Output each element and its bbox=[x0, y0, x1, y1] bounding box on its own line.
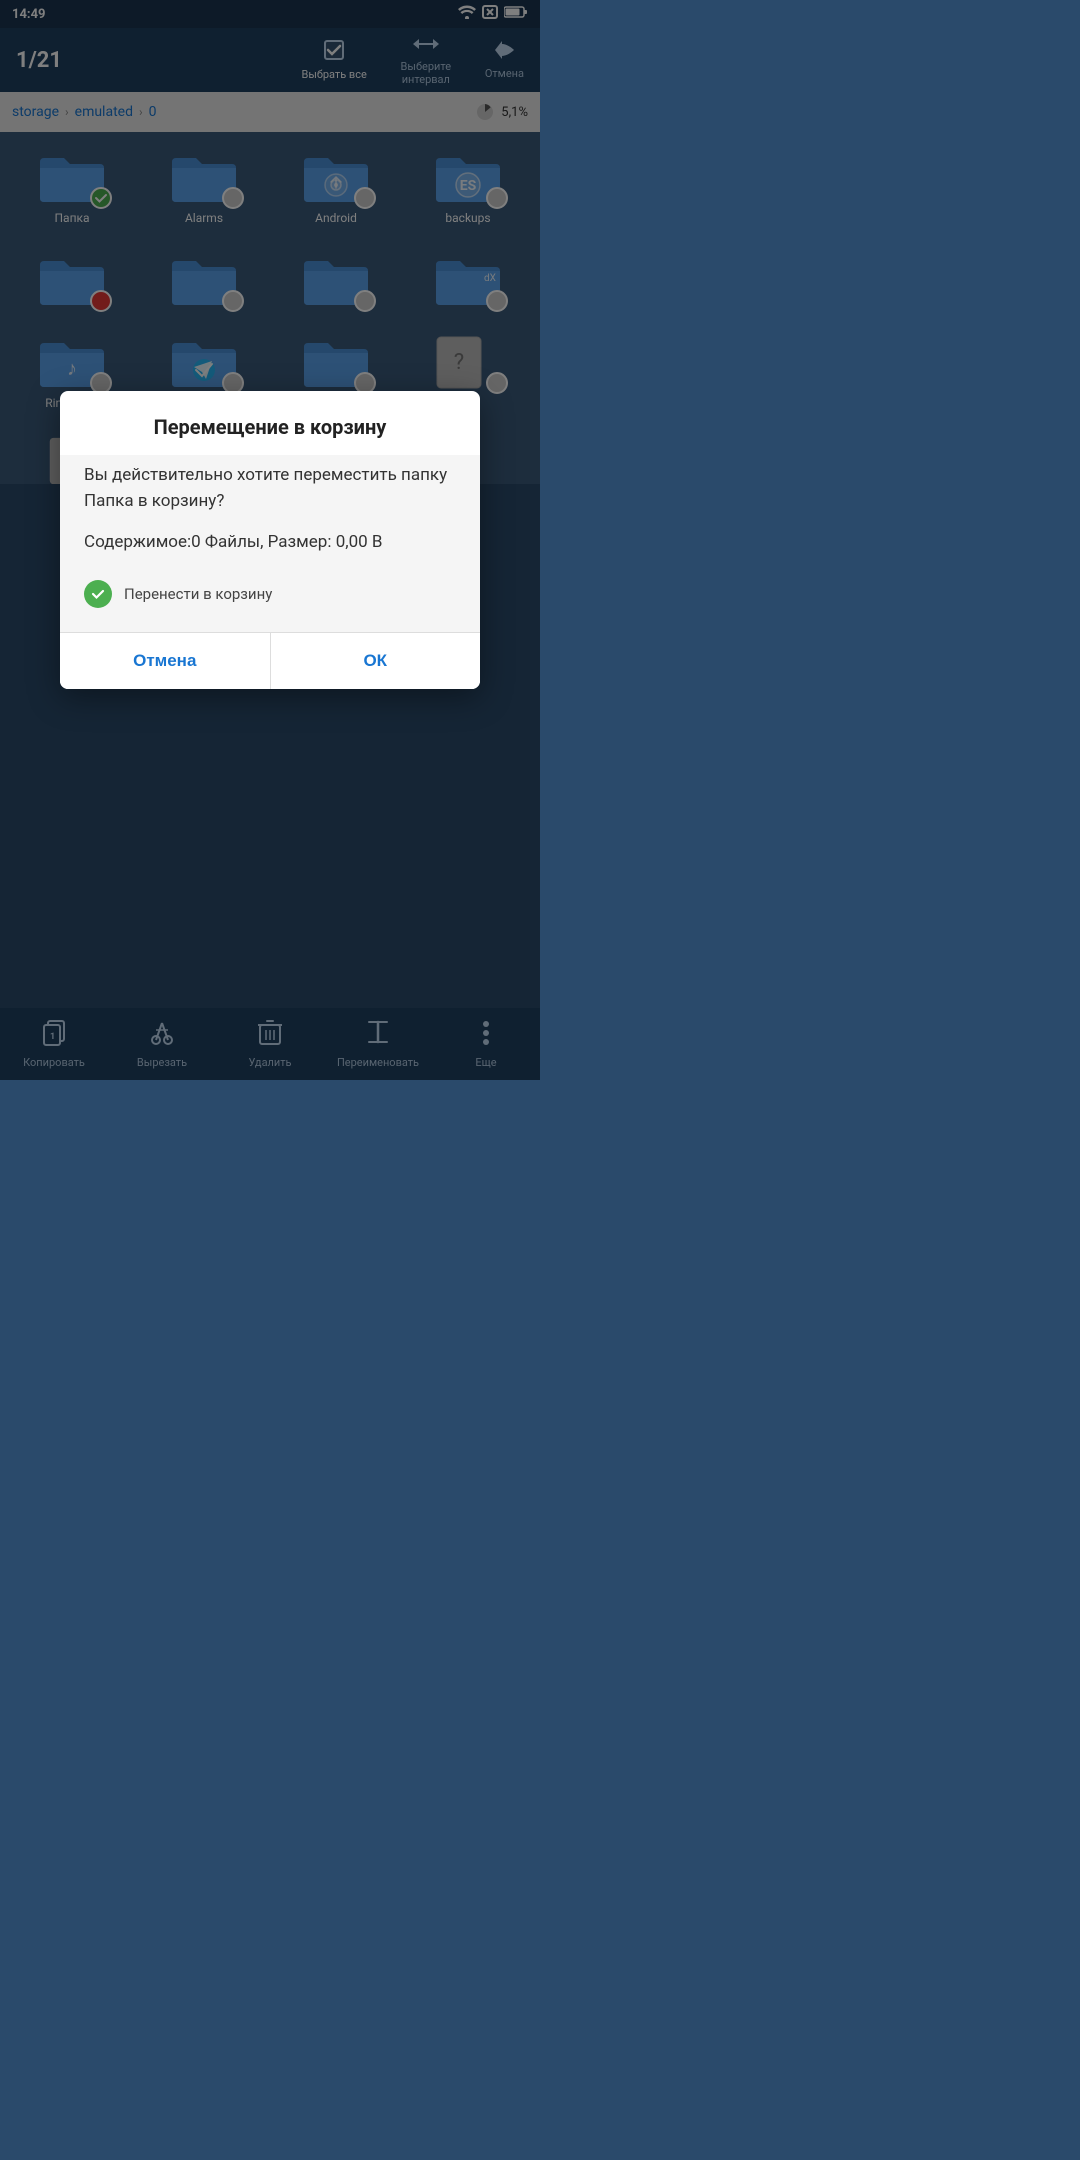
checkbox-label: Перенести в корзину bbox=[124, 585, 272, 603]
modal-cancel-button[interactable]: Отмена bbox=[60, 633, 271, 689]
modal-body: Вы действительно хотите переместить папк… bbox=[60, 455, 480, 632]
modal-ok-button[interactable]: ОК bbox=[271, 633, 481, 689]
modal-buttons: Отмена ОК bbox=[60, 632, 480, 689]
modal-overlay: Перемещение в корзину Вы действительно х… bbox=[0, 0, 540, 1080]
modal-message: Вы действительно хотите переместить папк… bbox=[84, 463, 456, 514]
modal-checkbox-row[interactable]: Перенести в корзину bbox=[84, 572, 456, 616]
dialog-move-to-trash: Перемещение в корзину Вы действительно х… bbox=[60, 391, 480, 689]
modal-info: Содержимое:0 Файлы, Размер: 0,00 В bbox=[84, 530, 456, 556]
modal-title: Перемещение в корзину bbox=[60, 391, 480, 455]
checkbox-checked-icon bbox=[84, 580, 112, 608]
